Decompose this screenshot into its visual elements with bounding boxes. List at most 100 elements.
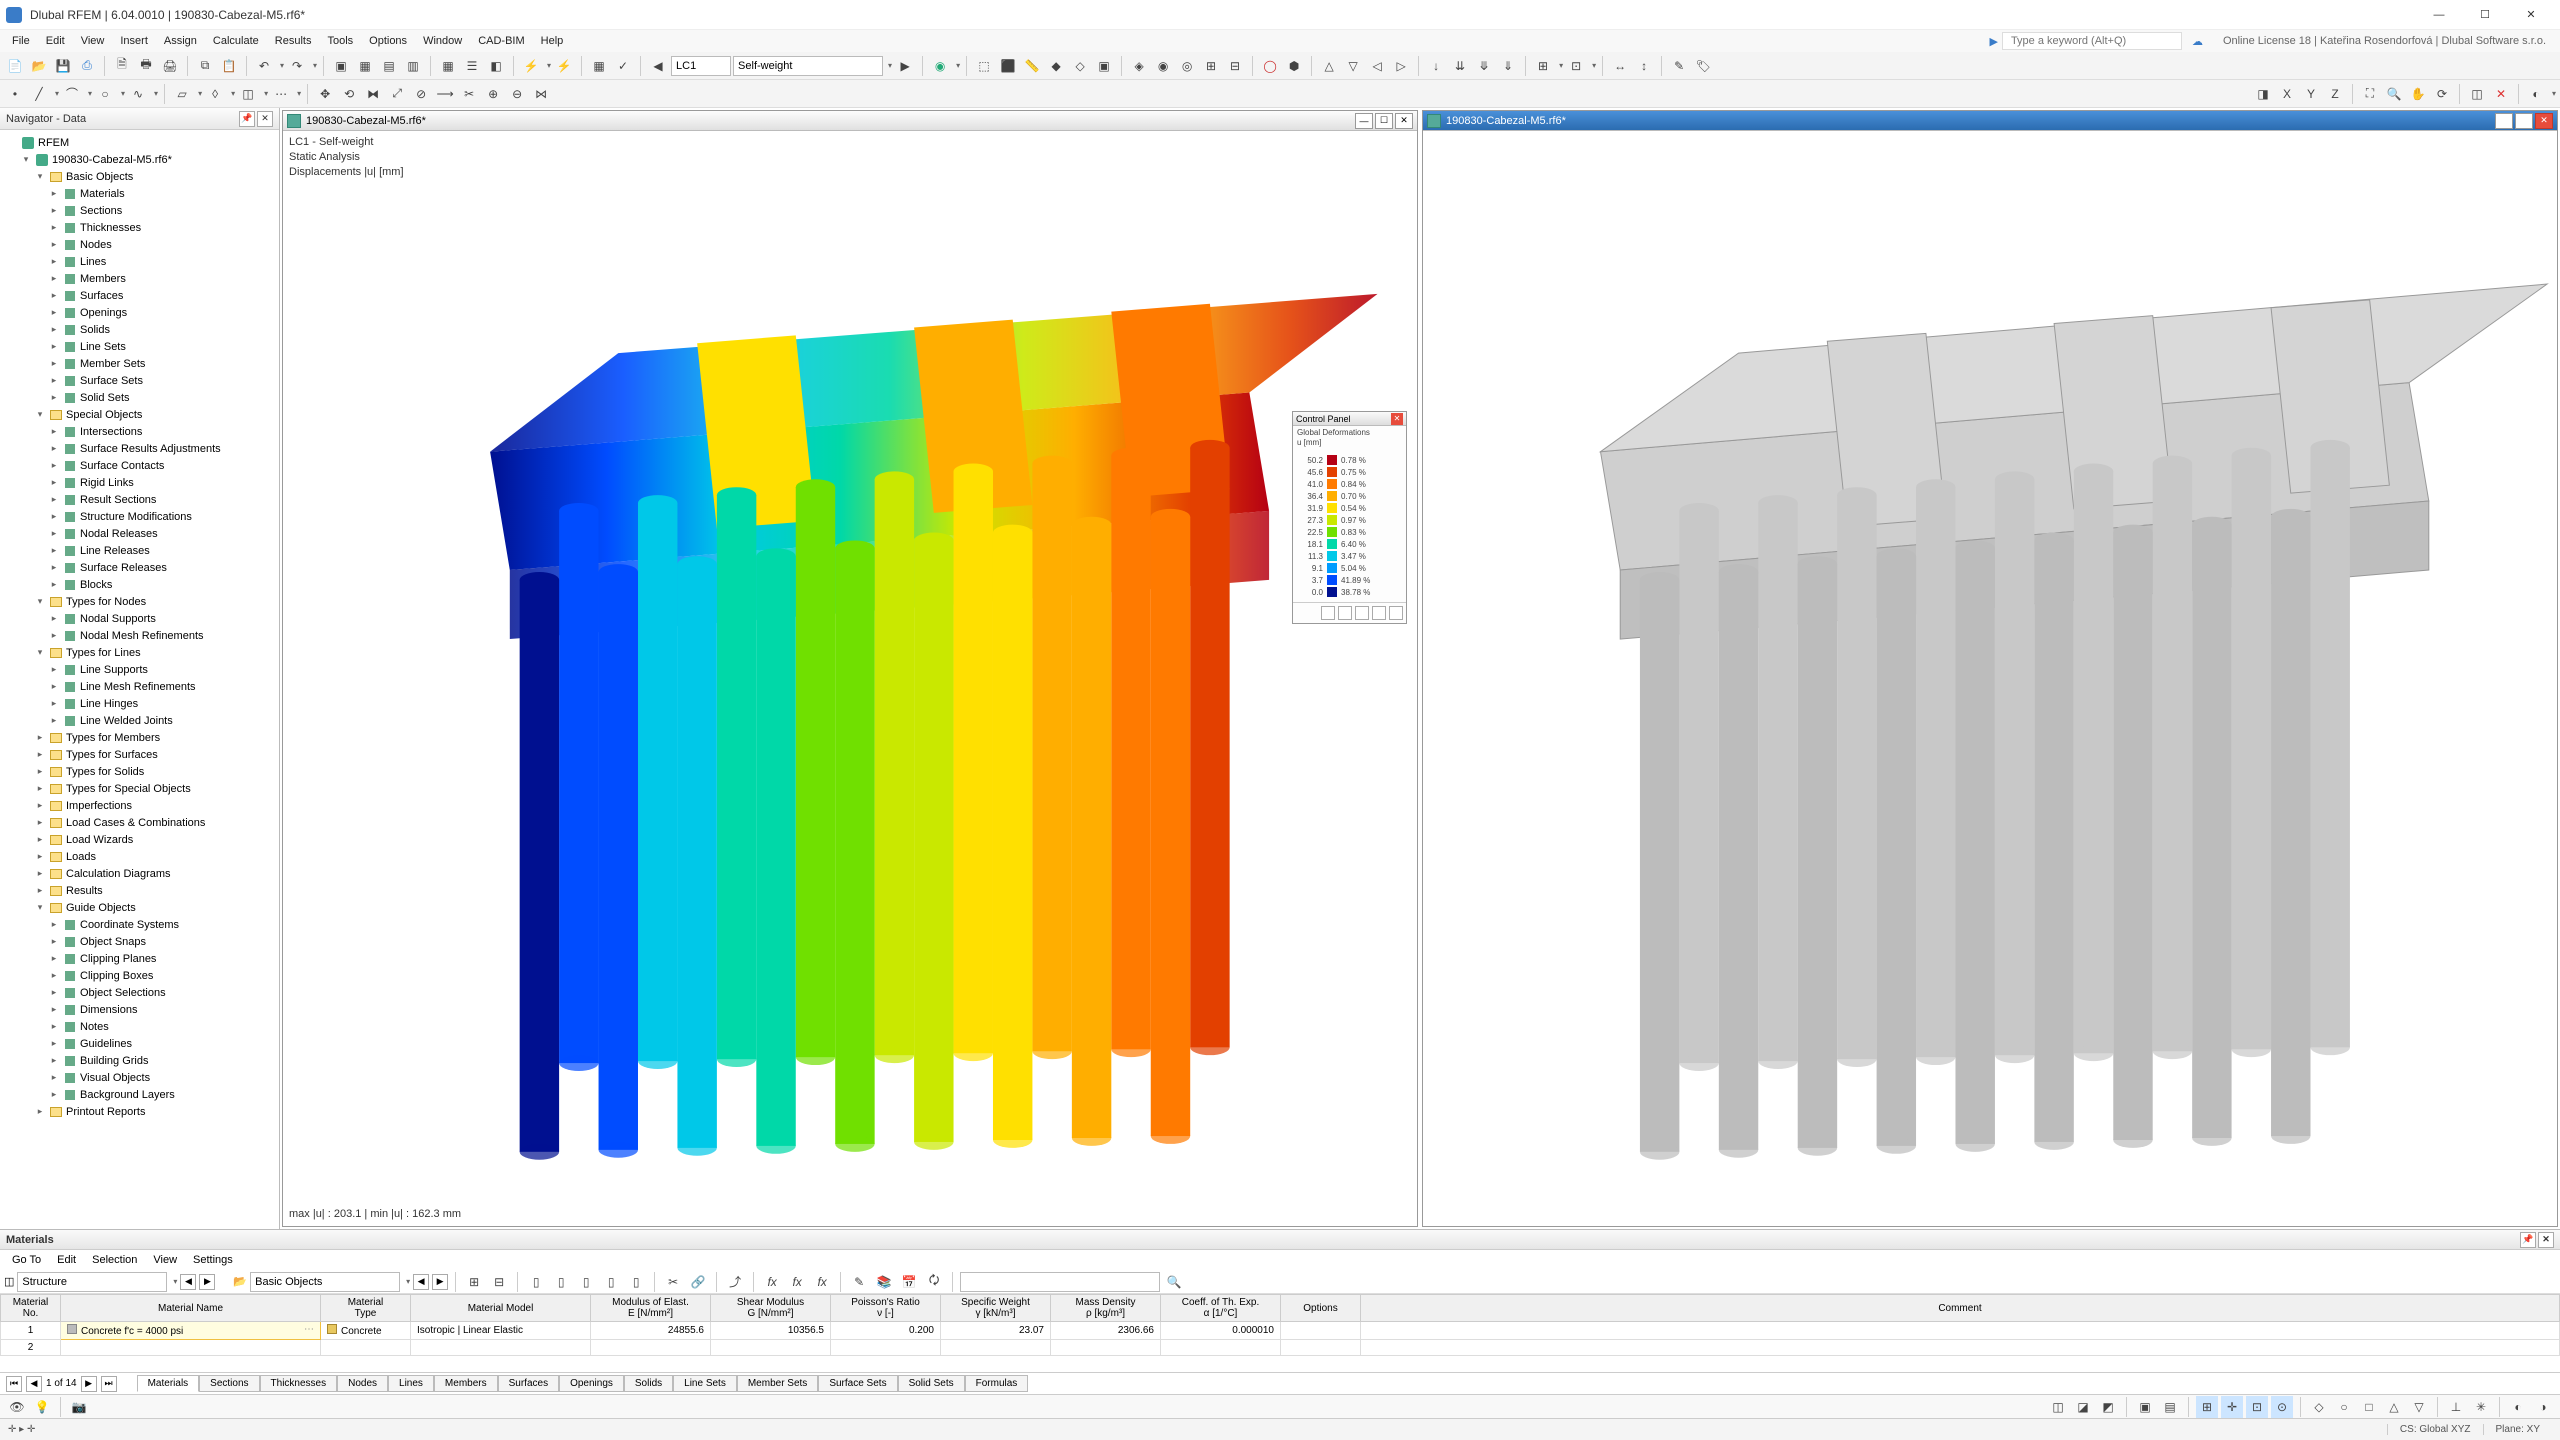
divide-icon[interactable]: ⊘: [410, 83, 432, 105]
dim-1-icon[interactable]: ↔: [1609, 55, 1631, 77]
view-iso-icon[interactable]: ◨: [2252, 83, 2274, 105]
menu-view[interactable]: View: [73, 32, 113, 50]
select-icon[interactable]: ⬚: [973, 55, 995, 77]
filter-1-icon[interactable]: ⊞: [463, 1271, 485, 1293]
view-d-icon[interactable]: ▥: [402, 55, 424, 77]
measure-icon[interactable]: 📏: [1021, 55, 1043, 77]
tree-group[interactable]: ▾Types for Nodes: [2, 593, 277, 610]
dd-1-icon[interactable]: ◐: [2507, 1396, 2529, 1418]
mirror-icon[interactable]: ⧓: [362, 83, 384, 105]
fx-icon[interactable]: fx: [761, 1271, 783, 1293]
tree-model[interactable]: ▾190830-Cabezal-M5.rf6*: [2, 151, 277, 168]
osnap-2-icon[interactable]: ○: [2333, 1396, 2355, 1418]
fe-mesh-icon[interactable]: ▦: [588, 55, 610, 77]
menu-help[interactable]: Help: [533, 32, 572, 50]
line-icon[interactable]: ╱: [28, 83, 50, 105]
tree-item[interactable]: ▸Nodal Mesh Refinements: [2, 627, 277, 644]
scale-icon[interactable]: ⤢: [386, 83, 408, 105]
opening-icon[interactable]: ◊: [204, 83, 226, 105]
spline-icon[interactable]: ∿: [127, 83, 149, 105]
viewport-min-icon[interactable]: —: [1355, 113, 1373, 129]
tree-group[interactable]: ▾Types for Lines: [2, 644, 277, 661]
tree-item[interactable]: ▸Dimensions: [2, 1001, 277, 1018]
viewport-results-header[interactable]: 190830-Cabezal-M5.rf6* — ☐ ✕: [283, 111, 1417, 131]
menu-edit[interactable]: Edit: [38, 32, 73, 50]
render-1-icon[interactable]: ◫: [2047, 1396, 2069, 1418]
rotate-draw-icon[interactable]: ⟲: [338, 83, 360, 105]
page-next-icon[interactable]: ▶: [81, 1376, 97, 1392]
load-4-icon[interactable]: ⇓: [1497, 55, 1519, 77]
tree-item[interactable]: ▸Nodal Releases: [2, 525, 277, 542]
tree-item[interactable]: ▸Line Supports: [2, 661, 277, 678]
eye-icon[interactable]: 👁: [6, 1396, 28, 1418]
col-2-icon[interactable]: ▯: [550, 1271, 572, 1293]
tree-item[interactable]: ▸Materials: [2, 185, 277, 202]
viewport-results-canvas[interactable]: LC1 - Self-weight Static Analysis Displa…: [283, 131, 1417, 1226]
osnap-3-icon[interactable]: □: [2358, 1396, 2380, 1418]
redo-icon[interactable]: ↷: [286, 55, 308, 77]
loadcase-code-combo[interactable]: LC1: [671, 56, 731, 76]
tree-group[interactable]: ▸Loads: [2, 848, 277, 865]
display-mode-icon[interactable]: ◐: [2525, 83, 2547, 105]
save-all-icon[interactable]: ⎙: [76, 55, 98, 77]
tree-item[interactable]: ▸Object Selections: [2, 984, 277, 1001]
materials-menu-settings[interactable]: Settings: [185, 1252, 241, 1268]
structure-next-icon[interactable]: ▶: [199, 1274, 215, 1290]
osnap-1-icon[interactable]: ◇: [2308, 1396, 2330, 1418]
view-z-icon[interactable]: Z: [2324, 83, 2346, 105]
tree-item[interactable]: ▸Result Sections: [2, 491, 277, 508]
tree-group[interactable]: ▸Load Wizards: [2, 831, 277, 848]
extend-icon[interactable]: ⟶: [434, 83, 456, 105]
results-toggle-icon[interactable]: ◉: [929, 55, 951, 77]
viewport-close-icon[interactable]: ✕: [2535, 113, 2553, 129]
shade-2-icon[interactable]: ▤: [2159, 1396, 2181, 1418]
bulb-icon[interactable]: 💡: [31, 1396, 53, 1418]
support-4-icon[interactable]: ▷: [1390, 55, 1412, 77]
surface-icon[interactable]: ▱: [171, 83, 193, 105]
tree-item[interactable]: ▸Openings: [2, 304, 277, 321]
tool-10-icon[interactable]: ⬢: [1283, 55, 1305, 77]
move-icon[interactable]: ✥: [314, 83, 336, 105]
osnap-4-icon[interactable]: △: [2383, 1396, 2405, 1418]
viewport-min-icon[interactable]: —: [2495, 113, 2513, 129]
viewport-max-icon[interactable]: ☐: [1375, 113, 1393, 129]
tree-item[interactable]: ▸Surface Sets: [2, 372, 277, 389]
menu-tools[interactable]: Tools: [319, 32, 361, 50]
menu-results[interactable]: Results: [267, 32, 320, 50]
tree-item[interactable]: ▸Lines: [2, 253, 277, 270]
zoom-fit-icon[interactable]: ⛶: [2359, 83, 2381, 105]
view-x-icon[interactable]: X: [2276, 83, 2298, 105]
tree-group[interactable]: ▸Results: [2, 882, 277, 899]
structure-prev-icon[interactable]: ◀: [180, 1274, 196, 1290]
new-file-icon[interactable]: 📄: [4, 55, 26, 77]
reload-icon[interactable]: 🗘: [923, 1271, 945, 1293]
tool-3-icon[interactable]: ▣: [1093, 55, 1115, 77]
minimize-button[interactable]: —: [2416, 1, 2462, 29]
camera-icon[interactable]: 📷: [68, 1396, 90, 1418]
save-icon[interactable]: 💾: [52, 55, 74, 77]
viewport-max-icon[interactable]: ☐: [2515, 113, 2533, 129]
tree-item[interactable]: ▸Surfaces: [2, 287, 277, 304]
col-4-icon[interactable]: ▯: [600, 1271, 622, 1293]
tree-item[interactable]: ▸Surface Contacts: [2, 457, 277, 474]
navigator-pin-icon[interactable]: 📌: [239, 111, 255, 127]
filter-2-icon[interactable]: ⊟: [488, 1271, 510, 1293]
materials-tab[interactable]: Thicknesses: [260, 1375, 338, 1392]
col-no[interactable]: Material No.: [1, 1295, 61, 1322]
tree-item[interactable]: ▸Line Welded Joints: [2, 712, 277, 729]
undo-icon[interactable]: ↶: [253, 55, 275, 77]
split-icon[interactable]: ⊖: [506, 83, 528, 105]
clip-icon[interactable]: ◫: [2466, 83, 2488, 105]
tree-group[interactable]: ▸Types for Solids: [2, 763, 277, 780]
load-2-icon[interactable]: ⇊: [1449, 55, 1471, 77]
menu-insert[interactable]: Insert: [112, 32, 156, 50]
navigator-close-icon[interactable]: ✕: [257, 111, 273, 127]
page-first-icon[interactable]: ⏮: [6, 1376, 22, 1392]
control-panel[interactable]: Control Panel ✕ Global Deformations u [m…: [1292, 411, 1407, 624]
export-icon[interactable]: ⤴: [724, 1271, 746, 1293]
calendar-icon[interactable]: 📅: [898, 1271, 920, 1293]
rotate-icon[interactable]: ⟳: [2431, 83, 2453, 105]
menu-window[interactable]: Window: [415, 32, 470, 50]
tree-group[interactable]: ▸Printout Reports: [2, 1103, 277, 1120]
materials-tab[interactable]: Members: [434, 1375, 498, 1392]
